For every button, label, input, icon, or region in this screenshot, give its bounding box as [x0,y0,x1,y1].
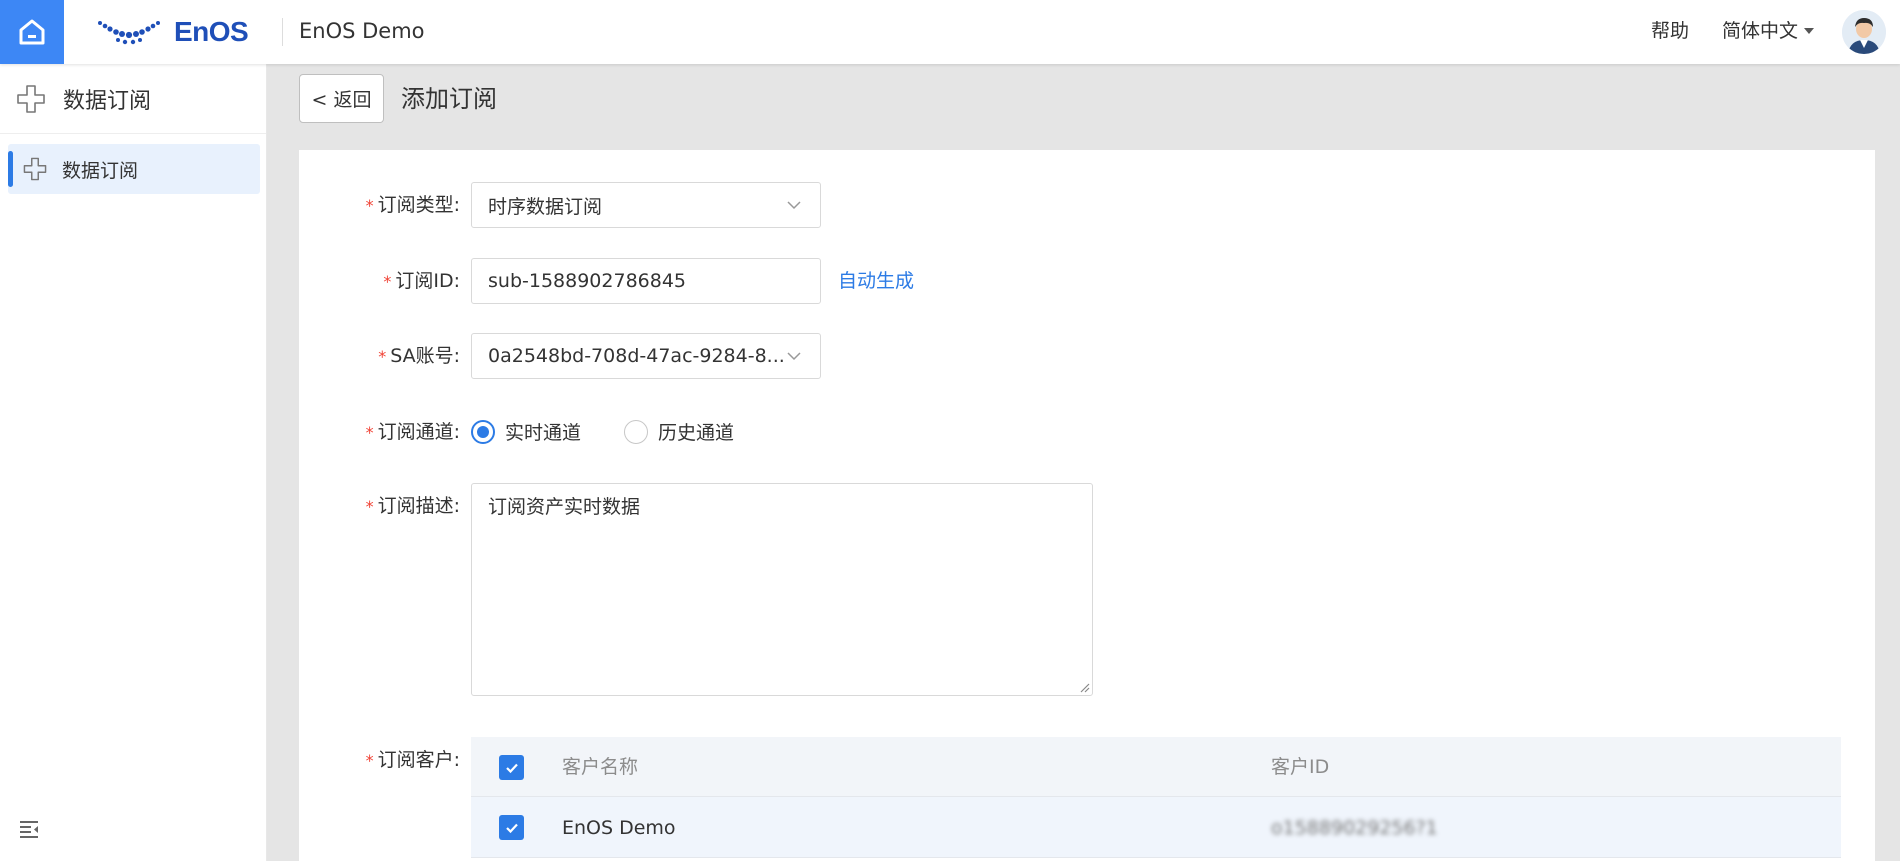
sidebar-title: 数据订阅 [63,88,152,114]
radio-label: 实时通道 [505,422,582,444]
subscription-id-value: sub-1588902786845 [488,270,687,292]
user-avatar[interactable] [1842,10,1886,54]
logo-text: EnOS [174,16,249,47]
active-indicator [8,151,13,187]
sidebar-item-label: 数据订阅 [62,159,139,182]
required-mark: * [365,751,374,770]
sa-account-label: * SA账号: [378,345,460,367]
column-header-customer-name: 客户名称 [562,756,639,778]
sidebar-item-data-subscription[interactable]: 数据订阅 [8,144,260,194]
enos-logo[interactable]: EnOS [96,14,249,50]
subscription-id-input[interactable]: sub-1588902786845 [471,258,821,304]
table-header: 客户名称 客户ID [471,737,1841,797]
header-divider [282,18,283,46]
resize-handle-icon[interactable] [1078,681,1090,693]
required-mark: * [365,423,374,442]
select-all-checkbox[interactable] [499,755,524,780]
caret-down-icon [1804,28,1815,34]
page-title: 添加订阅 [401,85,497,113]
sa-account-select[interactable]: 0a2548bd-708d-47ac-9284-8... [471,333,821,379]
required-mark: * [383,272,392,291]
app-name: EnOS Demo [299,19,425,43]
plus-cross-icon [17,84,45,113]
check-icon [505,823,518,833]
back-button[interactable]: < 返回 [299,74,384,123]
enos-logo-dots-icon [98,21,160,45]
sidebar: 数据订阅 数据订阅 [0,64,267,861]
row-checkbox[interactable] [499,815,524,840]
required-mark: * [378,347,387,366]
user-avatar-icon [1842,10,1886,54]
sa-account-value: 0a2548bd-708d-47ac-9284-8... [488,345,785,367]
subscription-type-select[interactable]: 时序数据订阅 [471,182,821,228]
collapse-menu-icon [20,821,38,838]
required-mark: * [365,497,374,516]
sidebar-header: 数据订阅 [0,64,266,134]
subscription-type-value: 时序数据订阅 [488,195,603,218]
customers-table: 客户名称 客户ID EnOS Demo o15889029256?1 [471,737,1841,858]
radio-checked-icon [471,419,495,444]
subscription-type-label: * 订阅类型: [365,194,460,216]
check-icon [505,763,518,773]
language-select[interactable]: 简体中文 [1722,16,1815,46]
help-link[interactable]: 帮助 [1651,16,1689,46]
chevron-down-icon [787,201,801,210]
description-textarea[interactable]: 订阅资产实时数据 [471,483,1093,696]
required-mark: * [365,196,374,215]
auto-generate-link[interactable]: 自动生成 [838,267,914,295]
realtime-channel-radio[interactable]: 实时通道 [471,418,581,445]
radio-unchecked-icon [624,419,648,444]
customer-name-cell: EnOS Demo [562,817,676,839]
history-channel-radio[interactable]: 历史通道 [624,418,734,445]
subscription-description-label: * 订阅描述: [365,495,460,517]
table-row[interactable]: EnOS Demo o15889029256?1 [471,797,1841,858]
subscription-id-label: * 订阅ID: [383,270,460,292]
home-button[interactable] [0,0,64,64]
customer-id-cell: o15889029256?1 [1271,817,1438,839]
plus-cross-icon [23,157,47,181]
home-icon [19,19,45,45]
description-value: 订阅资产实时数据 [488,496,641,518]
language-label: 简体中文 [1722,20,1799,42]
chevron-down-icon [787,352,801,361]
subscription-customers-label: * 订阅客户: [365,749,460,771]
column-header-customer-id: 客户ID [1271,756,1330,778]
radio-label: 历史通道 [658,422,735,444]
top-header: EnOS EnOS Demo 帮助 简体中文 [0,0,1900,64]
subscription-channel-label: * 订阅通道: [365,421,460,443]
collapse-menu-button[interactable] [20,820,40,843]
